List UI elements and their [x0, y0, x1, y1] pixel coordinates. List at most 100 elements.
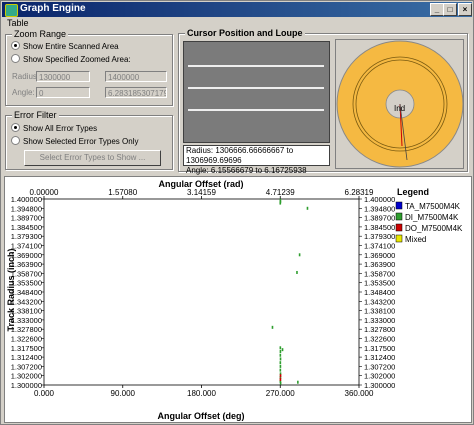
y-tick-label-left: 1.363900	[11, 260, 42, 269]
error-filter-label: Error Filter	[12, 110, 59, 120]
data-point	[271, 325, 274, 329]
y-tick-label-left: 1.338100	[11, 307, 42, 316]
x-tick-label-top: 4.71239	[266, 188, 295, 197]
y-tick-label-left: 1.322600	[11, 335, 42, 344]
data-point	[279, 353, 282, 357]
radio-entire-label: Show Entire Scanned Area	[23, 42, 119, 51]
y-tick-label-left: 1.302000	[11, 372, 42, 381]
y-tick-label-right: 1.358700	[364, 269, 395, 278]
select-error-types-button[interactable]: Select Error Types to Show ...	[24, 150, 161, 166]
data-point	[297, 380, 299, 384]
y-tick-label-left: 1.300000	[11, 381, 42, 390]
legend-item-label: Mixed	[405, 235, 426, 244]
minimize-button[interactable]: _	[430, 3, 444, 16]
track-line	[188, 87, 324, 89]
y-tick-label-left: 1.374100	[11, 242, 42, 251]
y-tick-label-right: 1.369000	[364, 251, 395, 260]
legend-swatch	[395, 234, 403, 243]
title-bar[interactable]: Graph Engine _ □ ×	[2, 2, 472, 17]
y-tick-label-left: 1.394800	[11, 204, 42, 213]
y-tick-label-left: 1.400000	[11, 195, 42, 204]
y-tick-label-right: 1.322600	[364, 335, 395, 344]
angle-label: Angle:	[12, 88, 35, 97]
angle-from-field[interactable]: 0	[36, 87, 90, 98]
data-point	[279, 374, 282, 378]
data-point	[306, 206, 309, 210]
y-tick-label-right: 1.389700	[364, 214, 395, 223]
angle-to-field[interactable]: 6.28318530717958	[105, 87, 167, 98]
y-tick-label-left: 1.353500	[11, 279, 42, 288]
radius-from-field[interactable]: 1300000	[36, 71, 90, 82]
radio-unselected-icon	[11, 54, 20, 63]
data-point	[279, 350, 282, 354]
y-tick-label-right: 1.363900	[364, 260, 395, 269]
close-button[interactable]: ×	[458, 3, 472, 16]
y-tick-label-right: 1.327800	[364, 325, 395, 334]
x-tick-label-top: 1.57080	[108, 188, 137, 197]
y-tick-label-right: 1.302000	[364, 372, 395, 381]
maximize-button[interactable]: □	[443, 3, 457, 16]
plot-area	[43, 198, 360, 386]
radio-entire-area[interactable]: Show Entire Scanned Area	[11, 41, 119, 51]
legend-item-label: TA_M7500M4K	[405, 202, 461, 211]
plot-panel: Angular Offset (rad) Angular Offset (deg…	[4, 176, 472, 423]
y-tick-label-right: 1.338100	[364, 307, 395, 316]
data-point	[279, 364, 282, 368]
legend-title: Legend	[397, 187, 429, 197]
legend-item-label: DO_M7500M4K	[405, 224, 463, 233]
scatter-plot[interactable]: Angular Offset (rad) Angular Offset (deg…	[5, 177, 471, 422]
data-point	[279, 346, 282, 350]
cursor-angle: Angle: 6.15566679 to 6.16725938	[186, 166, 307, 175]
x-tick-label-bottom: 180.000	[187, 389, 216, 398]
radio-selected-label: Show Selected Error Types Only	[23, 137, 139, 146]
y-tick-label-right: 1.400000	[364, 195, 395, 204]
radio-all-label: Show All Error Types	[23, 124, 98, 133]
data-point	[298, 253, 301, 257]
y-tick-label-left: 1.379300	[11, 232, 42, 241]
cursor-radius: Radius: 1306666.66666667 to 1306969.6969…	[186, 146, 294, 165]
data-point	[279, 368, 282, 372]
y-tick-label-left: 1.389700	[11, 214, 42, 223]
radio-zoomed-label: Show Specified Zoomed Area:	[23, 55, 131, 64]
y-tick-label-right: 1.333000	[364, 316, 395, 325]
loupe-index-label: Ind	[394, 104, 405, 113]
y-tick-label-left: 1.317500	[11, 344, 42, 353]
x-tick-label-bottom: 0.000	[34, 389, 55, 398]
app-icon	[5, 4, 18, 17]
radio-selected-errors[interactable]: Show Selected Error Types Only	[11, 136, 138, 146]
y-tick-label-left: 1.307200	[11, 362, 42, 371]
zoom-range-label: Zoom Range	[12, 29, 69, 39]
y-tick-label-right: 1.307200	[364, 362, 395, 371]
data-point	[296, 270, 298, 274]
y-tick-label-right: 1.300000	[364, 381, 395, 390]
y-tick-label-left: 1.369000	[11, 251, 42, 260]
y-tick-label-right: 1.348400	[364, 288, 395, 297]
radio-zoomed-area[interactable]: Show Specified Zoomed Area:	[11, 54, 131, 64]
data-point	[281, 348, 284, 352]
radius-label: Radius	[12, 72, 37, 81]
radio-unselected-icon	[11, 136, 20, 145]
loupe-view[interactable]: Ind	[335, 39, 464, 169]
y-tick-label-left: 1.348400	[11, 288, 42, 297]
legend-swatch	[395, 201, 403, 210]
menu-table[interactable]: Table	[3, 18, 33, 28]
radius-to-field[interactable]: 1400000	[105, 71, 167, 82]
disk-loupe: Ind	[336, 40, 464, 168]
radio-all-errors[interactable]: Show All Error Types	[11, 123, 97, 133]
y-tick-label-right: 1.312400	[364, 353, 395, 362]
y-tick-label-right: 1.379300	[364, 232, 395, 241]
cursor-label: Cursor Position and Loupe	[185, 28, 305, 38]
x-tick-label-bottom: 90.000	[111, 389, 136, 398]
x-tick-label-top: 3.14159	[187, 188, 216, 197]
y-tick-label-left: 1.333000	[11, 316, 42, 325]
track-line	[188, 65, 324, 67]
y-tick-label-left: 1.343200	[11, 297, 42, 306]
data-point	[279, 381, 282, 385]
y-tick-label-left: 1.384500	[11, 223, 42, 232]
window-title: Graph Engine	[20, 3, 86, 14]
track-preview[interactable]	[183, 41, 330, 143]
x-tick-label-bottom: 270.000	[266, 389, 295, 398]
data-point	[279, 377, 282, 381]
legend-swatch	[395, 212, 403, 221]
data-point	[279, 201, 282, 205]
